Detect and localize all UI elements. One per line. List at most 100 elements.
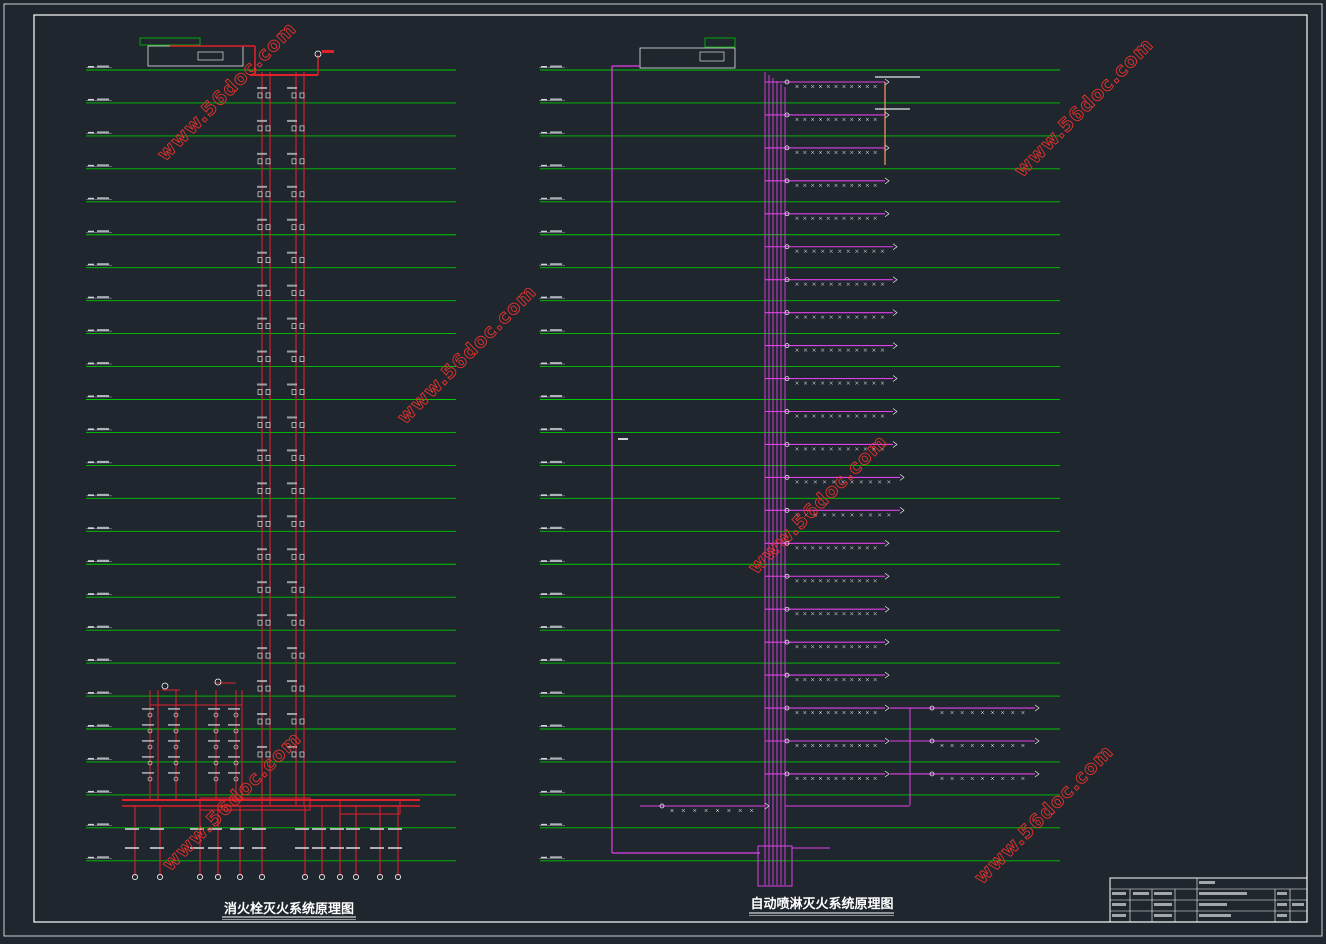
hydrant-cabinet-icon [291, 586, 297, 593]
hydrant-cabinet-icon [257, 488, 263, 494]
hydrant-cabinet-icon [257, 586, 263, 593]
level-mark [550, 493, 562, 496]
level-mark [550, 691, 562, 694]
hydrant-cabinet-icon [257, 718, 263, 725]
branch-tag [875, 108, 910, 110]
level-mark [97, 131, 109, 134]
branch-tag [875, 76, 920, 78]
level-mark [97, 263, 109, 266]
title-block-text [1112, 892, 1126, 895]
hydrant-cabinet-icon [291, 323, 297, 329]
hydrant-cabinet-icon [291, 619, 297, 626]
level-mark [97, 757, 109, 760]
level-mark [97, 65, 109, 68]
end-test-icon [884, 704, 890, 712]
hydrant-cabinet-icon [257, 455, 263, 461]
level-mark [550, 131, 562, 134]
drop-tag [150, 847, 164, 849]
hydrant-cabinet-icon [265, 92, 271, 99]
end-test-icon [884, 638, 890, 646]
end-test-icon [884, 540, 890, 547]
hydrant-tag [257, 218, 267, 221]
hydrant-cabinet-icon [257, 553, 263, 560]
valve-tag [228, 724, 240, 726]
hydrant-cabinet-icon [299, 718, 305, 725]
level-mark [550, 658, 562, 661]
valve-tag [168, 724, 180, 726]
level-mark [550, 592, 562, 595]
valve-tag [208, 724, 220, 726]
end-test-icon [892, 375, 898, 382]
hydrant-cabinet-icon [291, 652, 297, 659]
pump-adapter-icon [214, 678, 222, 686]
hydrant-cabinet-icon [299, 455, 305, 461]
drop-tag [346, 847, 360, 849]
hydrant-cabinet-icon [299, 685, 305, 692]
hydrant-tag [287, 152, 297, 155]
end-test-icon [884, 770, 890, 778]
drop-tag [312, 828, 326, 830]
drop-tag [252, 847, 266, 849]
hydrant-cabinet-icon [299, 92, 305, 99]
end-test-icon [884, 605, 890, 613]
valve-tag [168, 740, 180, 742]
level-mark [550, 164, 562, 167]
hydrant-cabinet-icon [291, 389, 297, 395]
end-test-icon [899, 474, 905, 481]
hydrant-cabinet-icon [257, 191, 263, 198]
watermark-6: www.56doc.com [970, 740, 1119, 889]
sprinkler-system [611, 37, 1040, 887]
hydrant-tag [257, 449, 267, 452]
hydrant-cabinet-icon [257, 619, 263, 626]
title-block-text [1199, 881, 1215, 884]
hydrant-cabinet-icon [265, 323, 271, 329]
level-mark [97, 230, 109, 233]
level-mark [97, 625, 109, 628]
hydrant-cabinet-icon [291, 356, 297, 362]
hydrant-cabinet-icon [299, 553, 305, 560]
level-mark [550, 197, 562, 200]
svg-text:www.56doc.com: www.56doc.com [393, 280, 541, 428]
hydrant-cabinet-icon [265, 586, 271, 593]
title-block-text [1112, 914, 1126, 917]
level-mark [550, 625, 562, 628]
hydrant-cabinet-icon [291, 553, 297, 560]
level-mark [97, 856, 109, 859]
drop-tag [252, 828, 266, 830]
level-mark [97, 658, 109, 661]
level-mark [97, 296, 109, 299]
hydrant-cabinet-icon [291, 257, 297, 264]
hydrant-cabinet-icon [291, 685, 297, 692]
level-mark [550, 395, 562, 397]
hydrant-cabinet-icon [291, 718, 297, 725]
hydrant-tag [287, 581, 297, 584]
end-test-icon [892, 276, 898, 283]
level-mark [97, 559, 109, 562]
hydrant-cabinet-icon [291, 191, 297, 198]
level-mark [97, 362, 109, 365]
hydrant-tag [257, 745, 267, 748]
level-mark [550, 856, 562, 859]
level-mark [97, 427, 109, 430]
roof-tank [139, 37, 201, 46]
roof-pump [197, 51, 224, 61]
hydrant-tag [257, 647, 267, 650]
title-block-text [1154, 903, 1172, 906]
hydrant-tag [257, 416, 267, 419]
hydrant-tag [257, 383, 267, 386]
level-mark [97, 526, 109, 529]
hydrant-tag [287, 218, 297, 221]
title-block-text [1277, 892, 1287, 895]
watermark-4: www.56doc.com [744, 430, 893, 579]
end-test-icon [884, 573, 890, 580]
hydrant-floor-lines [86, 65, 456, 862]
hydrant-tag [287, 515, 297, 518]
level-mark [550, 263, 562, 266]
hydrant-tag [287, 713, 297, 715]
hydrant-diagram-title: 消火栓灭火系统原理图 [224, 901, 354, 917]
hydrant-tag [287, 350, 297, 353]
watermark-5: www.56doc.com [158, 727, 307, 876]
level-mark [550, 296, 562, 299]
drop-tag [150, 828, 164, 830]
hydrant-cabinet-icon [291, 488, 297, 494]
